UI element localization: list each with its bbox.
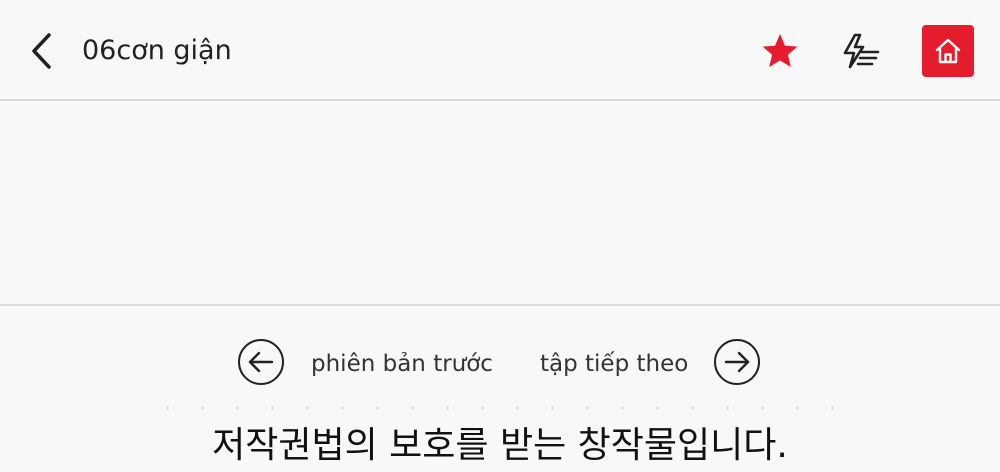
next-chapter-link[interactable]: tập tiếp theo bbox=[540, 346, 688, 382]
chapter-navigation: phiên bản trước tập tiếp theo bbox=[0, 336, 1000, 392]
prev-chapter-button[interactable] bbox=[238, 339, 284, 385]
home-icon bbox=[935, 38, 961, 64]
arrow-left-circle-icon bbox=[248, 351, 274, 373]
dotted-divider bbox=[150, 404, 850, 412]
back-button[interactable] bbox=[22, 28, 62, 74]
favorite-button[interactable] bbox=[754, 25, 806, 77]
home-button[interactable] bbox=[922, 25, 974, 77]
star-icon bbox=[762, 34, 798, 67]
copyright-notice: 저작권법의 보호를 받는 창작물입니다. bbox=[212, 425, 788, 466]
chevron-left-icon bbox=[32, 33, 51, 69]
arrow-right-circle-icon bbox=[724, 351, 750, 373]
prev-chapter-link[interactable]: phiên bản trước bbox=[311, 346, 493, 382]
chapter-page: 06cơn giận phiên bản trước tập tiếp theo… bbox=[0, 0, 1000, 472]
flash-list-icon bbox=[843, 33, 880, 69]
page-title: 06cơn giận bbox=[82, 35, 232, 66]
next-chapter-button[interactable] bbox=[714, 339, 760, 385]
chapter-content bbox=[0, 101, 1000, 306]
top-header: 06cơn giận bbox=[0, 0, 1000, 101]
quick-view-button[interactable] bbox=[834, 25, 886, 77]
